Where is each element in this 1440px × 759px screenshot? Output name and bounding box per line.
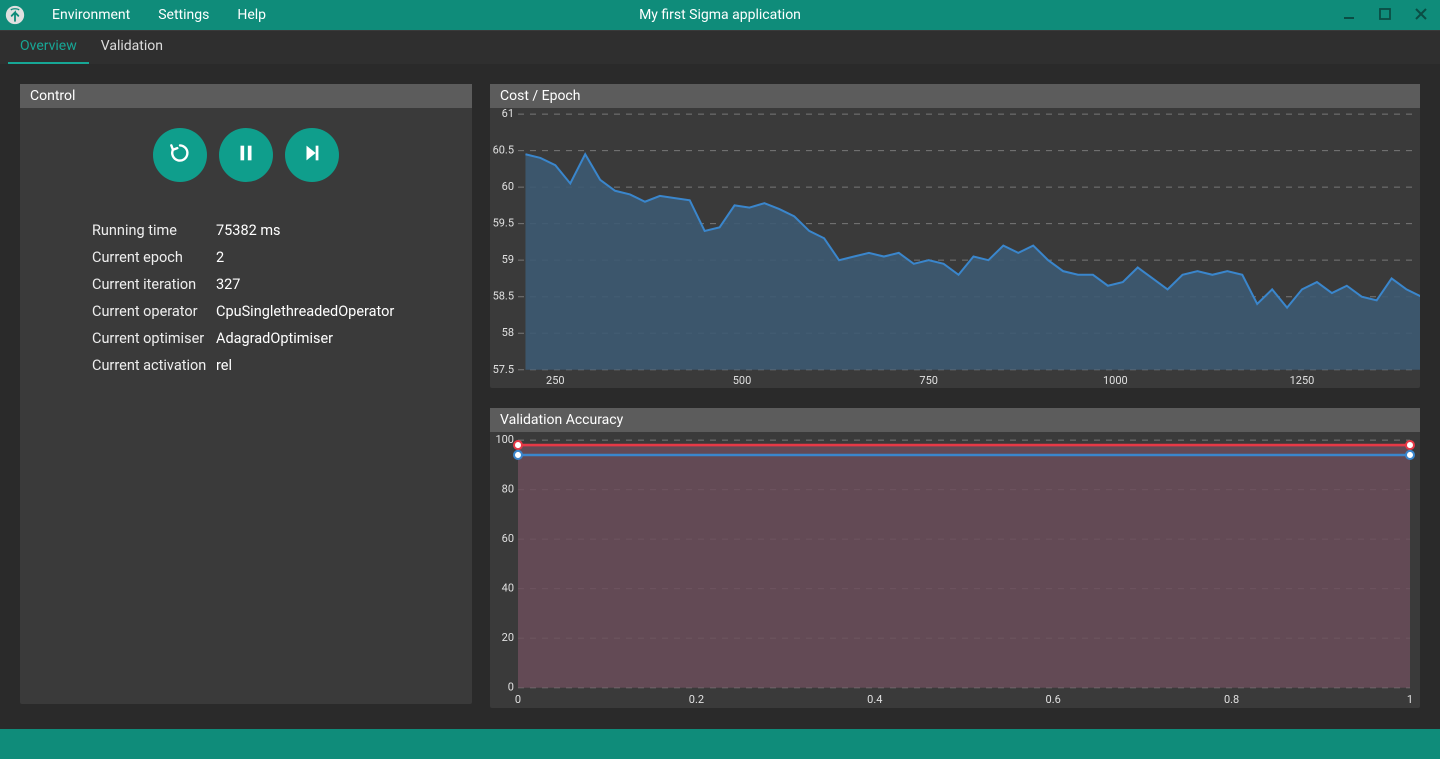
cost-chart-header: Cost / Epoch <box>490 84 1420 108</box>
stat-label: Current activation <box>92 357 216 374</box>
menu-help[interactable]: Help <box>237 7 266 23</box>
stat-value: AdagradOptimiser <box>216 330 333 347</box>
stat-row: Current epoch2 <box>92 249 400 266</box>
svg-text:59.5: 59.5 <box>493 217 514 230</box>
window-controls <box>1340 6 1430 25</box>
stat-row: Running time75382 ms <box>92 222 400 239</box>
stat-label: Current optimiser <box>92 330 216 347</box>
cost-chart: 57.5 58 58.5 59 59.5 60 60.5 61 250 500 750 1000 125… <box>490 108 1420 388</box>
pause-button[interactable] <box>219 128 273 182</box>
svg-text:58: 58 <box>502 326 514 339</box>
svg-text:1000: 1000 <box>1103 374 1128 387</box>
svg-text:0.2: 0.2 <box>689 693 704 706</box>
svg-text:60.5: 60.5 <box>493 144 514 157</box>
content-area: Control <box>0 64 1440 729</box>
svg-text:59: 59 <box>502 253 514 266</box>
tab-bar: Overview Validation <box>0 30 1440 64</box>
menu-bar: Environment Settings Help <box>52 7 266 23</box>
menu-environment[interactable]: Environment <box>52 7 130 23</box>
restart-icon <box>167 140 193 170</box>
stat-label: Running time <box>92 222 216 239</box>
svg-text:0: 0 <box>515 693 521 706</box>
status-bar <box>0 729 1440 759</box>
accuracy-chart-panel: Validation Accuracy 02040608010000.20.40… <box>490 408 1420 708</box>
svg-text:40: 40 <box>502 582 514 595</box>
svg-text:500: 500 <box>733 374 752 387</box>
svg-text:61: 61 <box>502 108 514 120</box>
window-title: My first Sigma application <box>639 7 801 23</box>
titlebar: Environment Settings Help My first Sigma… <box>0 0 1440 30</box>
stat-label: Current operator <box>92 303 216 320</box>
svg-text:0.6: 0.6 <box>1046 693 1061 706</box>
control-panel: Control <box>20 84 472 704</box>
svg-text:0.4: 0.4 <box>867 693 882 706</box>
skip-forward-icon <box>301 142 323 168</box>
svg-text:1250: 1250 <box>1290 374 1315 387</box>
svg-text:1: 1 <box>1407 693 1413 706</box>
control-button-row <box>20 128 472 182</box>
stat-value: 327 <box>216 276 240 293</box>
svg-text:100: 100 <box>495 433 514 446</box>
svg-text:0: 0 <box>508 681 514 694</box>
stats-list: Running time75382 ms Current epoch2 Curr… <box>20 222 472 374</box>
right-column: Cost / Epoch 57.5 58 58.5 59 59.5 60 60.5 61 250… <box>490 84 1420 704</box>
stat-row: Current activationrel <box>92 357 400 374</box>
svg-text:750: 750 <box>919 374 938 387</box>
tab-validation[interactable]: Validation <box>89 30 175 64</box>
svg-text:60: 60 <box>502 180 514 193</box>
stat-row: Current operatorCpuSinglethreadedOperato… <box>92 303 400 320</box>
svg-text:20: 20 <box>502 631 514 644</box>
accuracy-chart-header: Validation Accuracy <box>490 408 1420 432</box>
stat-row: Current iteration327 <box>92 276 400 293</box>
maximize-icon[interactable] <box>1376 6 1394 25</box>
minimize-icon[interactable] <box>1340 6 1358 25</box>
control-panel-body: Running time75382 ms Current epoch2 Curr… <box>20 108 472 704</box>
stat-value: CpuSinglethreadedOperator <box>216 303 394 320</box>
tab-overview[interactable]: Overview <box>8 30 89 64</box>
cost-chart-panel: Cost / Epoch 57.5 58 58.5 59 59.5 60 60.5 61 250… <box>490 84 1420 388</box>
svg-text:60: 60 <box>502 532 514 545</box>
accuracy-chart: 0 20 40 60 80 100 0 0.2 0.4 0.6 0.8 1 <box>490 432 1420 708</box>
stat-value: rel <box>216 357 232 374</box>
restart-button[interactable] <box>153 128 207 182</box>
svg-text:0.8: 0.8 <box>1224 693 1239 706</box>
svg-text:80: 80 <box>502 483 514 496</box>
stat-row: Current optimiserAdagradOptimiser <box>92 330 400 347</box>
skip-button[interactable] <box>285 128 339 182</box>
control-panel-header: Control <box>20 84 472 108</box>
svg-text:250: 250 <box>546 374 565 387</box>
app-logo-icon <box>0 0 30 30</box>
svg-text:57.5: 57.5 <box>493 363 514 376</box>
stat-value: 75382 ms <box>216 222 281 239</box>
stat-label: Current iteration <box>92 276 216 293</box>
svg-text:58.5: 58.5 <box>493 290 514 303</box>
stat-value: 2 <box>216 249 224 266</box>
menu-settings[interactable]: Settings <box>158 7 209 23</box>
stat-label: Current epoch <box>92 249 216 266</box>
pause-icon <box>235 142 257 168</box>
close-icon[interactable] <box>1412 6 1430 25</box>
